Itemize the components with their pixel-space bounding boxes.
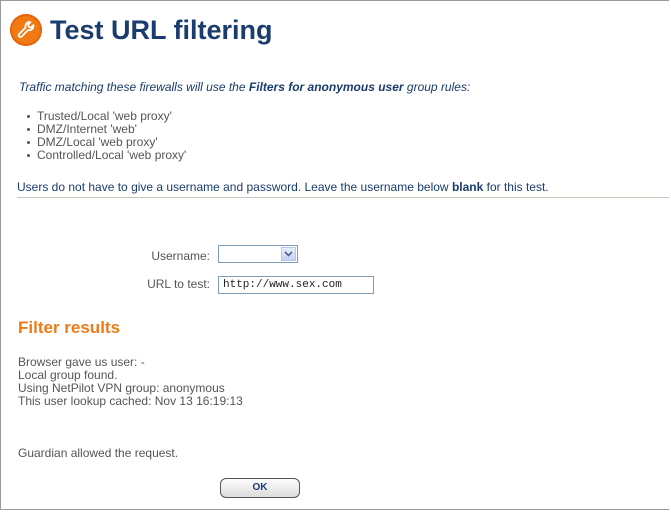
- url-input[interactable]: http://www.sex.com: [218, 276, 374, 294]
- intro-text: Traffic matching these firewalls will us…: [19, 80, 470, 94]
- list-item: Controlled/Local 'web proxy': [26, 148, 187, 162]
- username-select[interactable]: [218, 245, 298, 263]
- intro-text-after: group rules:: [403, 80, 471, 94]
- section-divider: [17, 197, 669, 198]
- notice-emphasis: blank: [451, 180, 484, 194]
- page-header: Test URL filtering: [10, 10, 273, 50]
- ok-button[interactable]: OK: [220, 478, 300, 498]
- username-label: Username:: [151, 249, 210, 263]
- wrench-icon: [10, 14, 42, 46]
- intro-text-before: Traffic matching these firewalls will us…: [19, 80, 249, 94]
- result-verdict: Guardian allowed the request.: [18, 446, 179, 460]
- notice-text-after: for this test.: [483, 180, 549, 194]
- result-line: This user lookup cached: Nov 13 16:19:13: [18, 394, 243, 408]
- page-title: Test URL filtering: [50, 14, 273, 45]
- notice-text: Users do not have to give a username and…: [17, 180, 549, 194]
- results-log: Browser gave us user: - Local group foun…: [18, 356, 243, 408]
- results-heading: Filter results: [18, 318, 121, 337]
- url-label: URL to test:: [147, 277, 210, 291]
- firewall-list: Trusted/Local 'web proxy' DMZ/Internet '…: [19, 110, 186, 162]
- chevron-down-icon[interactable]: [281, 247, 296, 261]
- notice-text-before: Users do not have to give a username and…: [17, 180, 452, 194]
- intro-group-name: Filters for anonymous user: [248, 80, 404, 94]
